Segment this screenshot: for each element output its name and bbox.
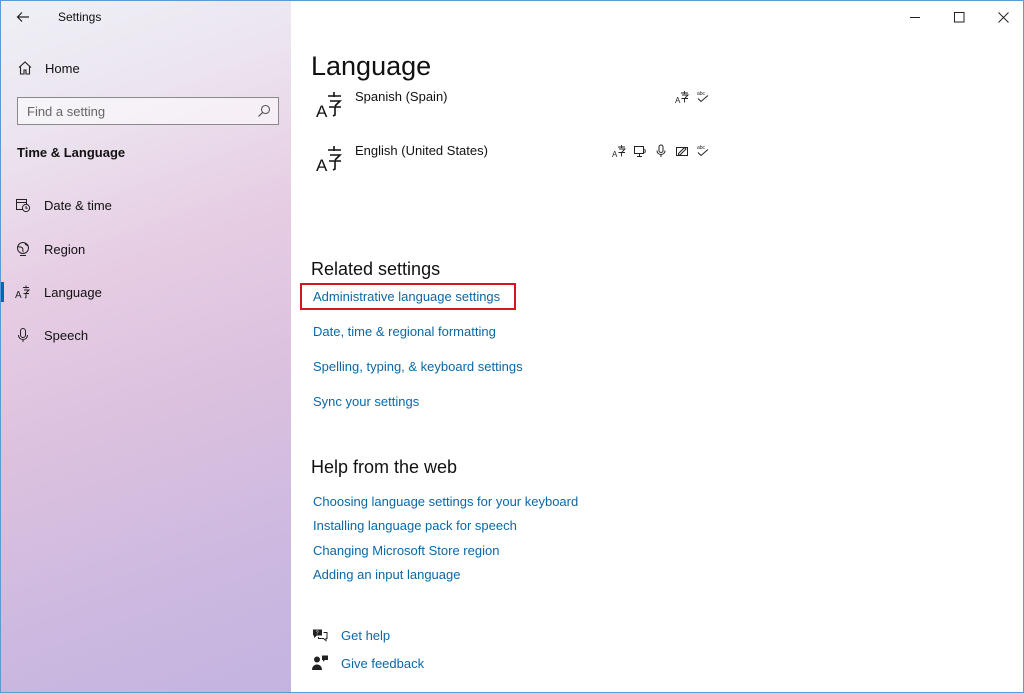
- calendar-clock-icon: [15, 197, 31, 213]
- link-choosing-language-settings[interactable]: Choosing language settings for your keyb…: [313, 494, 578, 509]
- text-to-speech-icon: [632, 143, 648, 159]
- section-heading: Time & Language: [17, 145, 126, 160]
- globe-icon: [15, 241, 31, 257]
- get-help-link[interactable]: ? Get help: [311, 625, 390, 645]
- sidebar-item-date-time[interactable]: Date & time: [1, 187, 291, 223]
- link-date-time-regional-formatting[interactable]: Date, time & regional formatting: [313, 324, 496, 339]
- app-title: Settings: [58, 10, 102, 24]
- chat-help-icon: ?: [311, 626, 329, 644]
- minimize-icon: [909, 16, 920, 18]
- sidebar-item-label: Date & time: [44, 197, 112, 213]
- close-button[interactable]: [981, 1, 1023, 33]
- svg-text:abc: abc: [697, 145, 706, 151]
- sidebar: Settings Home Time & Language Date & tim…: [1, 1, 291, 692]
- svg-text:A: A: [15, 290, 22, 300]
- microphone-icon: [15, 327, 31, 343]
- search-icon[interactable]: [257, 104, 271, 118]
- language-name: Spanish (Spain): [355, 89, 448, 104]
- link-spelling-typing-keyboard-settings[interactable]: Spelling, typing, & keyboard settings: [313, 359, 523, 374]
- help-from-web-heading: Help from the web: [311, 457, 458, 477]
- sidebar-item-speech[interactable]: Speech: [1, 317, 291, 353]
- sidebar-item-region[interactable]: Region: [1, 231, 291, 267]
- page-title: Language: [311, 51, 432, 81]
- svg-text:abc: abc: [697, 91, 706, 97]
- handwriting-icon: [674, 143, 690, 159]
- language-glyph-icon: A: [316, 92, 342, 121]
- sidebar-item-label: Speech: [44, 327, 89, 343]
- language-item-spanish[interactable]: A Spanish (Spain) A abc: [311, 89, 711, 133]
- back-button[interactable]: [11, 5, 35, 29]
- title-bar: Settings: [1, 1, 291, 33]
- search-box: [17, 97, 279, 125]
- nav-home[interactable]: Home: [1, 53, 291, 83]
- speech-recognition-icon: [653, 143, 669, 159]
- link-changing-store-region[interactable]: Changing Microsoft Store region: [313, 543, 499, 558]
- search-input[interactable]: [27, 99, 247, 123]
- close-icon: [997, 11, 1009, 23]
- language-name: English (United States): [355, 143, 488, 158]
- settings-window: Settings Home Time & Language Date & tim…: [0, 0, 1024, 693]
- svg-text:A: A: [675, 96, 681, 104]
- feedback-icon: [311, 654, 329, 672]
- link-installing-language-pack[interactable]: Installing language pack for speech: [313, 518, 517, 533]
- home-icon: [17, 60, 33, 76]
- language-glyph-icon: A: [316, 146, 342, 175]
- get-help-label: Get help: [341, 627, 391, 643]
- sidebar-item-label: Region: [44, 241, 86, 257]
- svg-text:A: A: [316, 156, 328, 175]
- give-feedback-label: Give feedback: [341, 655, 425, 671]
- maximize-icon: [953, 11, 964, 22]
- svg-text:A: A: [612, 150, 618, 158]
- nav-home-label: Home: [45, 60, 80, 76]
- svg-text:?: ?: [316, 630, 319, 636]
- link-sync-your-settings[interactable]: Sync your settings: [313, 394, 419, 409]
- arrow-left-icon: [16, 12, 29, 22]
- sidebar-item-language[interactable]: A Language: [1, 274, 291, 310]
- language-icon: A: [15, 284, 31, 300]
- link-administrative-language-settings[interactable]: Administrative language settings: [313, 289, 500, 304]
- related-settings-heading: Related settings: [311, 259, 441, 279]
- maximize-button[interactable]: [937, 1, 981, 33]
- spelling-icon: abc: [695, 143, 711, 159]
- display-language-icon: A: [674, 89, 690, 105]
- language-item-english[interactable]: A English (United States) A abc: [311, 143, 711, 187]
- language-features: A abc: [611, 143, 711, 159]
- svg-text:A: A: [316, 102, 328, 121]
- minimize-button[interactable]: [893, 1, 937, 33]
- link-adding-input-language[interactable]: Adding an input language: [313, 567, 460, 582]
- spelling-icon: abc: [695, 89, 711, 105]
- give-feedback-link[interactable]: Give feedback: [311, 653, 424, 673]
- main-content: Language A Spanish (Spain) A abc A Engli…: [291, 1, 1023, 692]
- display-language-icon: A: [611, 143, 627, 159]
- language-features: A abc: [674, 89, 711, 105]
- window-controls: [893, 1, 1023, 33]
- sidebar-item-label: Language: [44, 284, 102, 300]
